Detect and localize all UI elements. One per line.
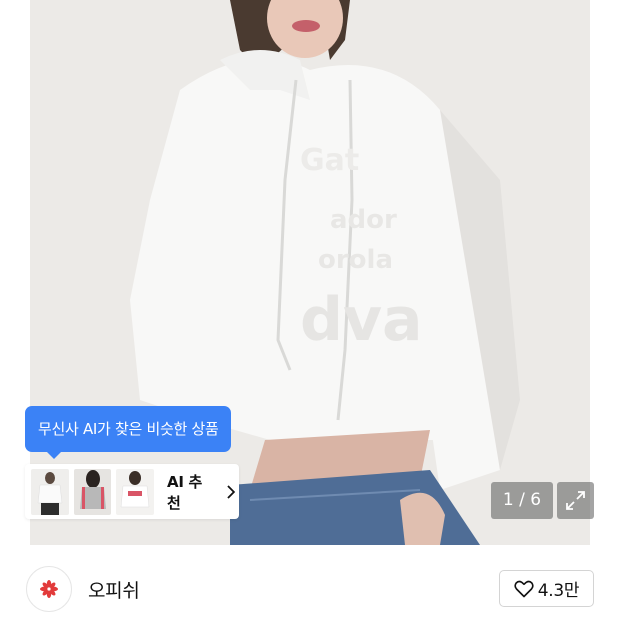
- product-thumbnail[interactable]: [31, 468, 69, 515]
- shop-logo[interactable]: [26, 566, 72, 612]
- shop-name[interactable]: 오피쉬: [88, 576, 140, 603]
- ai-recommendation-tooltip: 무신사 AI가 찾은 비슷한 상품: [25, 406, 232, 459]
- svg-text:dva: dva: [300, 285, 423, 355]
- image-counter: 1 / 6: [491, 482, 553, 519]
- expand-button[interactable]: [557, 482, 594, 519]
- like-button[interactable]: 4.3만: [499, 570, 594, 607]
- svg-text:orola: orola: [318, 245, 393, 275]
- product-thumbnail[interactable]: [116, 468, 155, 515]
- image-counter-text: 1 / 6: [502, 490, 542, 510]
- expand-icon: [566, 491, 585, 510]
- ai-recommendation-label: AI 추천: [167, 472, 203, 512]
- chevron-right-icon: [227, 484, 236, 499]
- svg-text:Gat: Gat: [300, 143, 359, 178]
- product-thumbnail[interactable]: [73, 468, 112, 515]
- heart-icon: [514, 580, 534, 597]
- flower-logo-icon: [40, 580, 58, 598]
- tooltip-text: 무신사 AI가 찾은 비슷한 상품: [38, 420, 219, 438]
- like-count: 4.3만: [537, 581, 580, 601]
- ai-recommendation-card[interactable]: AI 추천: [25, 464, 239, 519]
- svg-text:ador: ador: [330, 205, 397, 235]
- product-image-gallery[interactable]: Gat ador orola dva 무신사 AI가 찾은 비슷한 상품 AI …: [0, 0, 620, 545]
